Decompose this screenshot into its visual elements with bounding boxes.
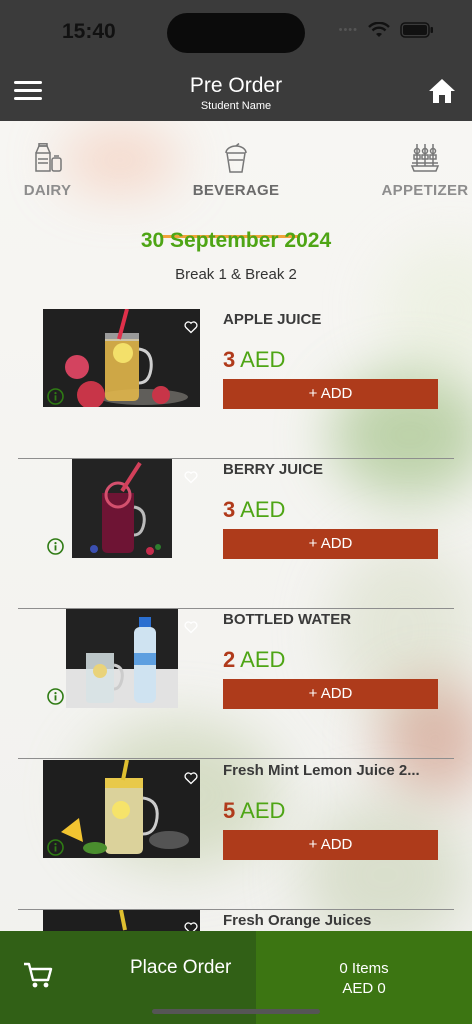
price-value: 3 bbox=[223, 347, 236, 372]
wifi-icon bbox=[368, 22, 390, 37]
battery-icon bbox=[400, 22, 433, 38]
item-price: 2 AED bbox=[223, 647, 285, 673]
cellular-icon: •••• bbox=[338, 24, 358, 36]
student-name: Student Name bbox=[200, 100, 272, 112]
skewers-icon bbox=[410, 144, 440, 172]
list-item: APPLE JUICE 3 AED + ADD bbox=[18, 309, 454, 459]
item-name: BERRY JUICE bbox=[223, 461, 324, 478]
price-value: 2 bbox=[223, 647, 236, 672]
price-currency: AED bbox=[240, 497, 286, 522]
item-name: Fresh Mint Lemon Juice 2... bbox=[223, 762, 420, 779]
price-currency: AED bbox=[240, 647, 286, 672]
item-price: 3 AED bbox=[223, 347, 285, 373]
favorite-heart-icon[interactable] bbox=[184, 921, 198, 931]
order-total: AED 0 bbox=[342, 980, 386, 997]
tab-label: APPETIZER bbox=[381, 182, 469, 199]
status-bar: 15:40 •••• bbox=[0, 0, 472, 64]
category-tabs: DAIRY BEVERAGE APPETIZER bbox=[0, 142, 472, 238]
tab-beverage[interactable]: BEVERAGE bbox=[190, 142, 282, 199]
price-value: 5 bbox=[223, 798, 236, 823]
list-item: Fresh Mint Lemon Juice 2... 5 AED + ADD bbox=[18, 760, 454, 910]
home-icon[interactable] bbox=[428, 78, 456, 104]
favorite-heart-icon[interactable] bbox=[184, 771, 198, 785]
status-time: 15:40 bbox=[62, 20, 116, 43]
home-indicator bbox=[152, 1009, 320, 1014]
tab-appetizer[interactable]: APPETIZER bbox=[380, 143, 470, 199]
list-item: Fresh Orange Juices bbox=[18, 910, 454, 931]
tab-label: BEVERAGE bbox=[192, 182, 280, 199]
main-content: DAIRY BEVERAGE APPETIZER 30 September 20… bbox=[0, 121, 472, 931]
dynamic-island bbox=[167, 13, 305, 53]
items-count: 0 Items bbox=[339, 960, 389, 977]
add-button[interactable]: + ADD bbox=[223, 529, 438, 559]
product-image[interactable] bbox=[43, 910, 200, 931]
favorite-heart-icon[interactable] bbox=[184, 470, 198, 484]
favorite-heart-icon[interactable] bbox=[184, 620, 198, 634]
tab-label: DAIRY bbox=[23, 182, 72, 199]
favorite-heart-icon[interactable] bbox=[184, 320, 198, 334]
info-icon[interactable] bbox=[47, 538, 64, 555]
milk-carton-icon bbox=[34, 143, 62, 172]
item-name: Fresh Orange Juices bbox=[223, 912, 372, 929]
price-value: 3 bbox=[223, 497, 236, 522]
product-image[interactable] bbox=[43, 760, 200, 858]
list-item: BOTTLED WATER 2 AED + ADD bbox=[18, 609, 454, 759]
info-icon[interactable] bbox=[47, 688, 64, 705]
drink-cup-icon bbox=[225, 142, 247, 173]
place-order-label: Place Order bbox=[130, 957, 232, 978]
order-date: 30 September 2024 bbox=[140, 229, 332, 252]
price-currency: AED bbox=[240, 798, 286, 823]
list-item: BERRY JUICE 3 AED + ADD bbox=[18, 459, 454, 609]
top-nav-bar: Pre Order Student Name bbox=[0, 64, 472, 121]
product-image[interactable] bbox=[72, 459, 172, 558]
add-button[interactable]: + ADD bbox=[223, 679, 438, 709]
item-price: 5 AED bbox=[223, 798, 285, 824]
add-button[interactable]: + ADD bbox=[223, 830, 438, 860]
item-name: APPLE JUICE bbox=[223, 311, 322, 328]
status-icons: •••• bbox=[339, 22, 434, 38]
info-icon[interactable] bbox=[47, 388, 64, 405]
divider bbox=[18, 758, 454, 759]
item-price: 3 AED bbox=[223, 497, 285, 523]
break-label: Break 1 & Break 2 bbox=[175, 266, 297, 283]
cart-icon bbox=[24, 962, 53, 988]
page-title: Pre Order bbox=[189, 74, 283, 97]
add-button[interactable]: + ADD bbox=[223, 379, 438, 409]
info-icon[interactable] bbox=[47, 839, 64, 856]
tab-dairy[interactable]: DAIRY bbox=[20, 143, 75, 199]
price-currency: AED bbox=[240, 347, 286, 372]
product-image[interactable] bbox=[66, 609, 178, 708]
product-image[interactable] bbox=[43, 309, 200, 407]
item-name: BOTTLED WATER bbox=[223, 611, 352, 628]
